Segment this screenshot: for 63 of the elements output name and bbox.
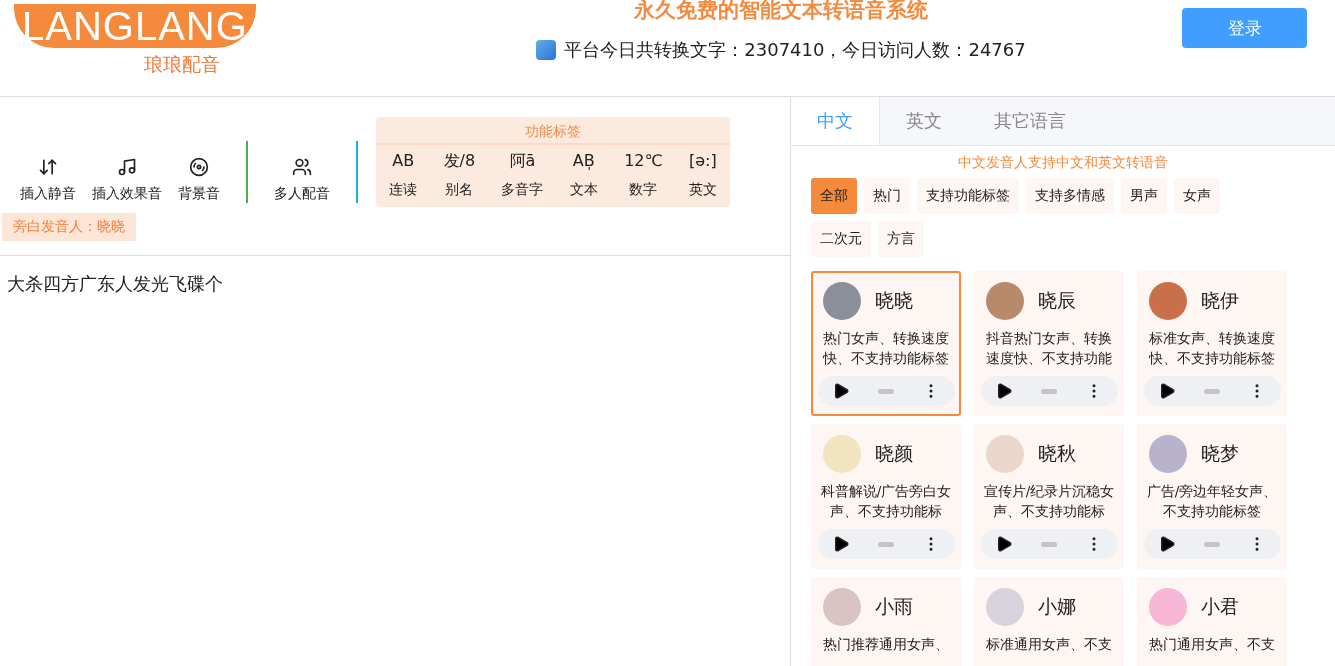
tool-button[interactable]: 多人配音 [266, 157, 338, 203]
progress-track[interactable] [1041, 541, 1057, 547]
voice-description: 热门推荐通用女声、 [823, 635, 949, 654]
narrator-label: 旁白发音人：晓晓 [2, 213, 136, 241]
voice-name: 晓晓 [875, 288, 913, 313]
tag-button[interactable]: AB 连读 [381, 151, 426, 199]
voice-card[interactable]: 晓晓 热门女声、转换速度快、不支持功能标签 [811, 271, 961, 416]
voice-description: 广告/旁边年轻女声、不支持功能标签 [1145, 482, 1279, 521]
progress-track[interactable] [1041, 388, 1057, 394]
logo-subtitle: 琅琅配音 [144, 52, 220, 77]
voice-card[interactable]: 晓秋 宣传片/纪录片沉稳女声、不支持功能标 [974, 424, 1124, 569]
voice-card[interactable]: 晓伊 标准女声、转换速度快、不支持功能标签 [1137, 271, 1287, 416]
voice-card[interactable]: 晓辰 抖音热门女声、转换速度快、不支持功能 [974, 271, 1124, 416]
app-icon [536, 40, 557, 60]
tool-button[interactable]: 插入静音 [12, 157, 84, 203]
voice-description: 热门女声、转换速度快、不支持功能标签 [821, 329, 950, 368]
tag-button[interactable]: 阿ā 多音字 [493, 151, 552, 199]
filter-chip[interactable]: 热门 [864, 178, 910, 214]
filter-chip[interactable]: 二次元 [811, 221, 871, 257]
tag-button[interactable]: [ə:] 英文 [680, 151, 725, 199]
progress-track[interactable] [1204, 541, 1220, 547]
voice-name: 小雨 [875, 594, 913, 619]
disc-icon [189, 157, 209, 177]
voice-name: 晓辰 [1038, 288, 1076, 313]
voice-card[interactable]: 小君 热门通用女声、不支 [1137, 577, 1287, 666]
users-icon [292, 157, 312, 177]
voice-card[interactable]: 晓颜 科普解说/广告旁白女声、不支持功能标 [811, 424, 961, 569]
voice-name: 小君 [1201, 594, 1239, 619]
tool-button[interactable]: 背景音 [170, 157, 228, 203]
voice-description: 热门通用女声、不支 [1149, 635, 1275, 654]
voice-card[interactable]: 晓梦 广告/旁边年轻女声、不支持功能标签 [1137, 424, 1287, 569]
voice-card[interactable]: 小雨 热门推荐通用女声、 [811, 577, 961, 666]
voice-description: 标准女声、转换速度快、不支持功能标签 [1147, 329, 1276, 368]
tag-button[interactable]: AB̩ 文本 [561, 151, 606, 199]
filter-chip[interactable]: 男声 [1121, 178, 1167, 214]
filter-chip[interactable]: 支持多情感 [1026, 178, 1114, 214]
voice-name: 晓颜 [875, 441, 913, 466]
voice-card[interactable]: 小娜 标准通用女声、不支 [974, 577, 1124, 666]
voice-name: 晓秋 [1038, 441, 1076, 466]
progress-track[interactable] [878, 541, 894, 547]
filter-chip[interactable]: 全部 [811, 178, 857, 214]
tag-button[interactable]: 发/8 别名 [435, 151, 484, 199]
stats-text: 平台今日共转换文字：2307410，今日访问人数：24767 [564, 38, 1026, 62]
text-editor[interactable]: 大杀四方广东人发光飞碟个 [0, 255, 790, 666]
voice-name: 晓梦 [1201, 441, 1239, 466]
filter-chip[interactable]: 支持功能标签 [917, 178, 1019, 214]
filter-chip[interactable]: 方言 [878, 221, 924, 257]
tag-panel-title: 功能标签 [376, 117, 730, 145]
logo-wordmark: LANGLANG [14, 4, 256, 48]
music-note-icon [117, 157, 137, 177]
voice-description: 标准通用女声、不支 [986, 635, 1112, 654]
progress-track[interactable] [878, 388, 894, 394]
hint-text: 中文发音人支持中文和英文转语音 [957, 154, 1169, 172]
progress-track[interactable] [1204, 388, 1220, 394]
voice-description: 宣传片/纪录片沉稳女声、不支持功能标 [982, 482, 1116, 521]
voice-description: 抖音热门女声、转换速度快、不支持功能 [985, 329, 1113, 368]
voice-name: 晓伊 [1201, 288, 1239, 313]
voice-description: 科普解说/广告旁白女声、不支持功能标 [819, 482, 953, 521]
tool-button[interactable]: 插入效果音 [84, 157, 170, 203]
silence-icon [38, 157, 58, 177]
filter-chip[interactable]: 女声 [1174, 178, 1220, 214]
tag-button[interactable]: 12℃ 数字 [616, 151, 671, 199]
voice-name: 小娜 [1038, 594, 1076, 619]
